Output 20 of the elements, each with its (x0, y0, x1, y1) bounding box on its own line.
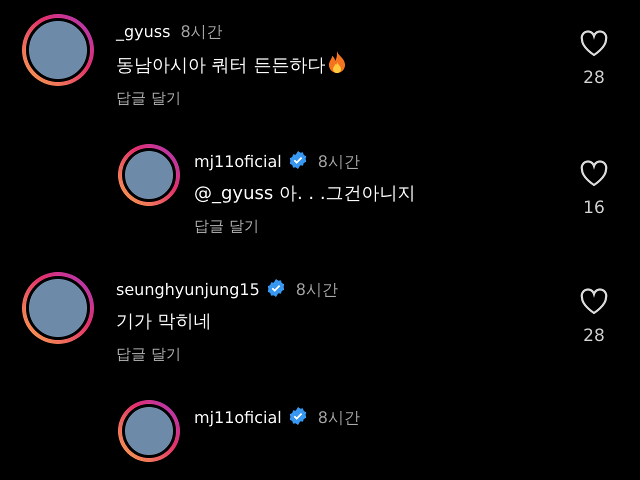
username[interactable]: mj11oficial (194, 152, 282, 171)
like-count: 16 (583, 197, 605, 220)
timestamp: 8시간 (296, 280, 338, 299)
heart-icon[interactable] (579, 288, 609, 316)
timestamp: 8시간 (318, 152, 360, 171)
comment-text: 동남아시아 쿼터 든든하다 (116, 55, 326, 76)
username[interactable]: seunghyunjung15 (116, 280, 260, 299)
comment-text: 기가 막히네 (116, 311, 212, 332)
username[interactable]: mj11oficial (194, 408, 282, 427)
username[interactable]: _gyuss (116, 22, 170, 41)
timestamp: 8시간 (180, 22, 223, 41)
like-count: 28 (583, 325, 605, 348)
reply-link[interactable]: 답글 달기 (116, 87, 181, 110)
timestamp: 8시간 (318, 408, 360, 427)
heart-icon[interactable] (579, 160, 609, 188)
like-count: 28 (583, 67, 605, 90)
reply-link[interactable]: 답글 달기 (194, 215, 259, 238)
comment-text: @_gyuss 아. . .그건아니지 (194, 183, 416, 204)
heart-icon[interactable] (579, 30, 609, 58)
reply-link[interactable]: 답글 달기 (116, 343, 181, 366)
